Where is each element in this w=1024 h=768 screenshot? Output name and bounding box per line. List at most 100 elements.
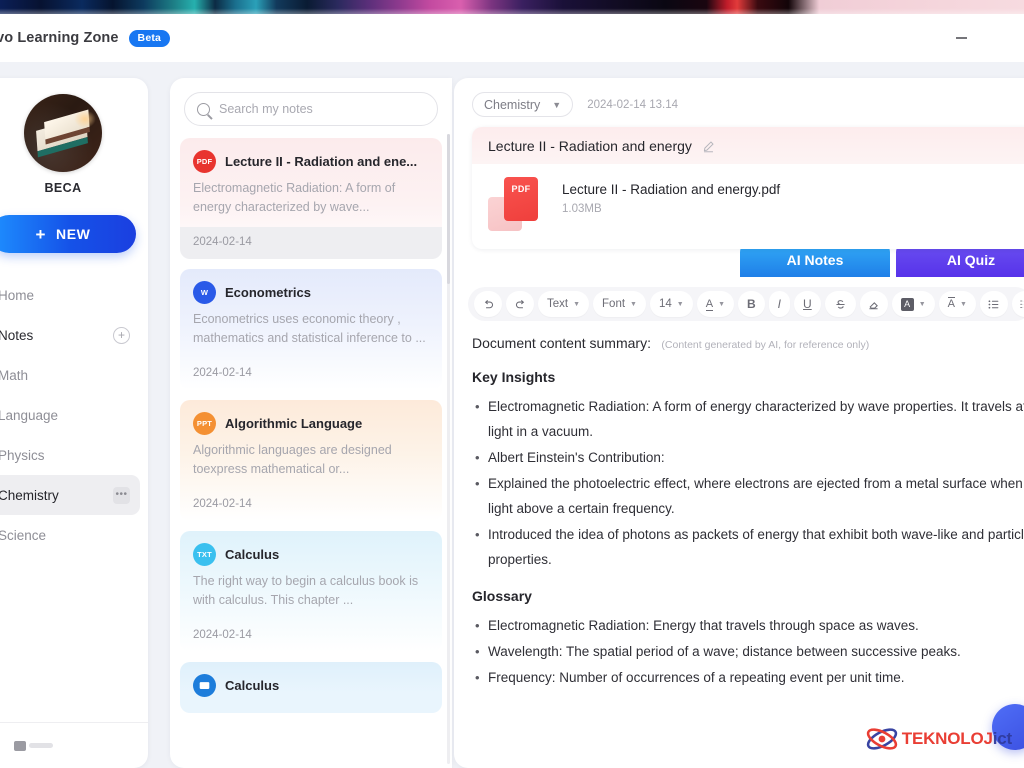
summary-label: Document content summary: [472,335,651,351]
bullet-item: Electromagnetic Radiation: A form of ene… [475,394,1024,444]
note-card-title: Econometrics [225,285,311,300]
search-input[interactable] [219,102,425,116]
sidebar-item-chemistry[interactable]: Chemistry ••• [0,475,140,515]
sidebar-nav: Home Notes + Math Language Physics Chemistry ••… [0,275,148,722]
highlight-dropdown[interactable]: A ▼ [891,291,935,317]
document-card-header: Lecture II - Radiation and energy [472,127,1024,164]
text-color-dropdown[interactable]: A ▼ [696,291,734,317]
note-card-snippet: The right way to begin a calculus book i… [193,574,419,607]
note-card[interactable]: W Econometrics Econometrics uses economic … [180,269,442,390]
note-card-body: Calculus [180,662,442,713]
ordered-list-icon[interactable] [1011,291,1024,317]
clear-format-dropdown[interactable]: A ▼ [938,291,976,317]
note-card-header: TXT Calculus [193,543,429,566]
bullet-item: Albert Einstein's Contribution: [475,445,1024,470]
undo-icon[interactable] [474,291,502,317]
summary-sections: Key Insights Electromagnetic Radiation: A… [472,369,1024,690]
bold-icon[interactable]: B [738,291,765,317]
bullet-item: Frequency: Number of occurrences of a re… [475,665,1024,690]
category-label: Chemistry [484,97,541,112]
window-titlebar: enovo Learning Zone Beta [0,14,1024,62]
text-style-dropdown[interactable]: Text ▼ [538,291,590,317]
more-dots-icon[interactable]: ••• [113,486,130,504]
search-box[interactable] [184,92,438,126]
summary-body: Document content summary: (Content gener… [454,321,1024,690]
watermark-text: TEKNOLOJict [901,729,1012,748]
note-card-body: PDF Lecture II - Radiation and ene... Elec… [180,138,442,227]
chevron-down-icon: ▼ [573,300,581,308]
eraser-icon[interactable] [859,291,888,317]
sidebar-item-label: Chemistry [0,487,59,503]
pencil-icon[interactable] [702,140,714,153]
category-dropdown[interactable]: Chemistry ▼ [472,92,574,117]
sidebar-item-physics[interactable]: Physics [0,435,140,475]
notes-list-panel: PDF Lecture II - Radiation and ene... Elec… [170,78,452,768]
note-card-snippet: Econometrics uses economic theory , math… [193,312,426,345]
profile-block: BECA [0,78,148,201]
sidebar: BECA + NEW Home Notes + Math Language Physics… [0,78,148,768]
font-size-dropdown[interactable]: 14 ▼ [649,291,693,317]
toolbar-label: Font [602,298,626,310]
pdf-badge-label: PDF [504,177,538,221]
summary-head-row: Document content summary: (Content gener… [472,335,1024,353]
profile-name: BECA [44,181,82,195]
chevron-down-icon: ▼ [552,99,562,110]
sidebar-item-notes[interactable]: Notes + [0,315,140,355]
note-card[interactable]: Calculus [180,662,442,713]
wallpaper-fade [0,0,1024,14]
beta-badge: Beta [128,29,171,47]
note-detail-panel: Chemistry ▼ 2024-02-14 13.14 Lecture II … [454,78,1024,768]
document-title: Lecture II - Radiation and energy [488,138,692,154]
atom-icon [865,724,899,754]
strikethrough-icon[interactable] [824,291,856,317]
sidebar-item-label: Home [0,287,35,303]
note-card-header: PDF Lecture II - Radiation and ene... [193,150,429,173]
section-bullet-list: Electromagnetic Radiation: A form of ene… [472,394,1024,572]
app-title: enovo Learning Zone [0,30,119,46]
note-card-date: 2024-02-14 [193,367,252,379]
minimize-button[interactable] [940,22,982,54]
note-timestamp: 2024-02-14 13.14 [587,98,678,111]
sidebar-item-label: Physics [0,447,45,463]
maximize-button[interactable] [982,22,1024,54]
sidebar-item-label: Science [0,527,47,543]
file-type-icon [193,674,216,697]
sidebar-item-science[interactable]: Science [0,515,140,555]
italic-icon[interactable]: I [768,291,791,317]
notes-scrollbar-thumb[interactable] [447,134,450,284]
note-card-title: Calculus [225,678,280,693]
note-card[interactable]: TXT Calculus The right way to begin a calc… [180,531,442,652]
sidebar-item-label: Language [0,407,59,423]
search-icon [197,102,210,116]
bullet-list-icon[interactable] [979,291,1008,317]
watermark: TEKNOLOJict [865,724,1012,754]
plus-circle-icon[interactable]: + [113,326,130,344]
sidebar-item-math[interactable]: Math [0,355,140,395]
note-card[interactable]: PPT Algorithmic Language Algorithmic langu… [180,400,442,521]
editor-toolbar: Text ▼ Font ▼ 14 ▼ A ▼ B I U A ▼ A ▼ [468,287,1024,321]
note-card-body: TXT Calculus The right way to begin a calc… [180,531,442,620]
sidebar-item-language[interactable]: Language [0,395,140,435]
file-type-icon: PDF [193,150,216,173]
section-title: Key Insights [472,369,556,385]
avatar[interactable] [24,94,102,172]
note-card-date: 2024-02-14 [193,498,252,510]
note-card[interactable]: PDF Lecture II - Radiation and ene... Elec… [180,138,442,259]
bullet-item: Electromagnetic Radiation: Energy that t… [475,613,1024,638]
underline-icon[interactable]: U [794,291,821,317]
document-attachment[interactable]: PDF Lecture II - Radiation and energy.pd… [472,164,1024,249]
bullet-item: Wavelength: The spatial period of a wave… [475,639,1024,664]
chevron-down-icon: ▼ [630,300,637,308]
tab-label: AI Quiz [946,252,996,268]
file-type-icon: TXT [193,543,216,566]
storage-bar [29,743,53,748]
bullet-item: Introduced the idea of photons as packet… [475,522,1024,572]
sidebar-footer [0,722,148,768]
font-dropdown[interactable]: Font ▼ [593,291,646,317]
plus-icon: + [35,224,47,244]
storage-icon [14,740,26,751]
note-card-body: PPT Algorithmic Language Algorithmic langu… [180,400,442,489]
sidebar-item-home[interactable]: Home [0,275,140,315]
redo-icon[interactable] [506,291,534,317]
new-note-button[interactable]: + NEW [0,215,136,253]
